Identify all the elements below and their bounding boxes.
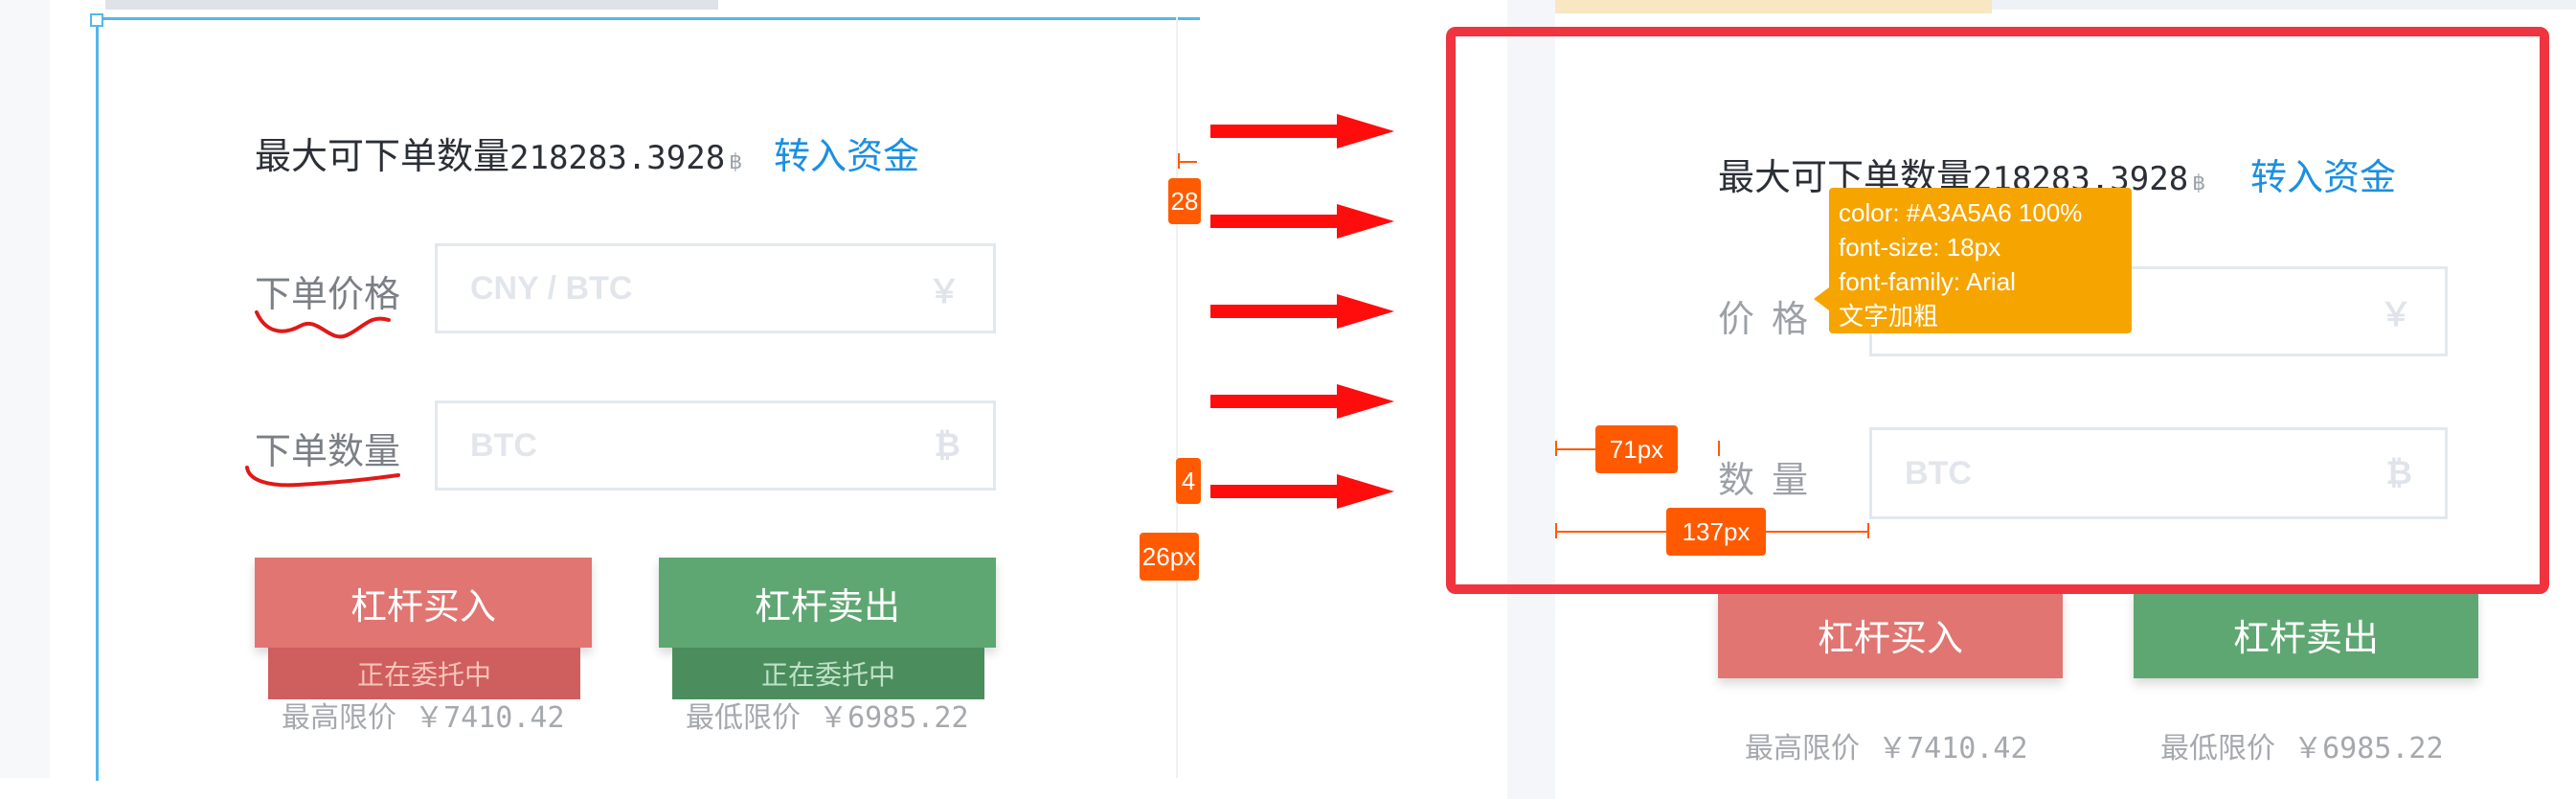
high-limit-label: 最高限价 (1745, 732, 1860, 765)
selection-handle[interactable] (90, 13, 103, 27)
yuan-icon: ￥ (928, 272, 960, 311)
low-limit-value: ￥6985.22 (2294, 732, 2444, 765)
max-order-value: 218283.3928 (509, 139, 726, 177)
price-placeholder: CNY / BTC (470, 269, 633, 307)
max-order-label: 最大可下单数量 (255, 135, 510, 177)
order-quantity-input[interactable]: BTC ₿ (435, 400, 996, 491)
low-limit-price-redesign: 最低限价 ￥6985.22 (2160, 724, 2444, 766)
quantity-placeholder: BTC (470, 426, 537, 464)
high-limit-value: ￥7410.42 (415, 701, 565, 735)
left-panel-divider (1176, 17, 1178, 778)
low-limit-price: 最低限价 ￥6985.22 (686, 694, 969, 736)
arrow-2-head (1337, 204, 1394, 239)
baht-icon: ฿ (729, 150, 743, 174)
leverage-buy-button-redesign[interactable]: 杠杆买入 (1718, 590, 2063, 678)
arrow-4-shaft (1210, 395, 1341, 408)
transfer-funds-link[interactable]: 转入资金 (774, 126, 919, 179)
arrow-1-shaft (1210, 125, 1341, 138)
left-gutter (0, 0, 50, 778)
leverage-sell-button-redesign[interactable]: 杠杆卖出 (2134, 590, 2478, 678)
low-limit-label: 最低限价 (2160, 732, 2275, 765)
handwritten-underline-quantity (245, 466, 400, 488)
measure-tag-top: 28 (1168, 178, 1201, 224)
leverage-buy-button[interactable]: 杠杆买入 (255, 558, 592, 648)
low-limit-label: 最低限价 (686, 701, 801, 735)
right-top-bar-highlight (1555, 0, 1992, 13)
max-order-quantity: 最大可下单数量218283.3928 ฿ (255, 126, 742, 179)
low-limit-value: ￥6985.22 (819, 701, 969, 735)
left-top-bar (105, 0, 718, 10)
measure-tag-bottom: 26px (1140, 533, 1199, 581)
measure-line-top (1178, 161, 1197, 163)
arrow-3-shaft (1210, 305, 1341, 318)
high-limit-label: 最高限价 (282, 701, 396, 735)
measure-tag-mid: 4 (1176, 458, 1201, 504)
arrow-2-shaft (1210, 215, 1341, 228)
high-limit-price: 最高限价 ￥7410.42 (282, 694, 565, 736)
bitcoin-icon: ₿ (934, 426, 960, 465)
arrow-5-shaft (1210, 485, 1341, 498)
annotation-focus-frame (1446, 27, 2549, 594)
handwritten-underline-price (255, 310, 391, 339)
measure-tick-top (1178, 153, 1180, 169)
arrow-1-head (1337, 114, 1394, 148)
arrow-3-head (1337, 294, 1394, 329)
arrow-5-head (1337, 474, 1394, 509)
high-limit-value: ￥7410.42 (1878, 732, 2028, 765)
arrow-4-head (1337, 384, 1394, 419)
order-price-input[interactable]: CNY / BTC ￥ (435, 243, 996, 333)
high-limit-price-redesign: 最高限价 ￥7410.42 (1745, 724, 2028, 766)
sell-pending-status: 正在委托中 (672, 648, 984, 699)
leverage-sell-button[interactable]: 杠杆卖出 (659, 558, 996, 648)
buy-pending-status: 正在委托中 (268, 648, 580, 699)
